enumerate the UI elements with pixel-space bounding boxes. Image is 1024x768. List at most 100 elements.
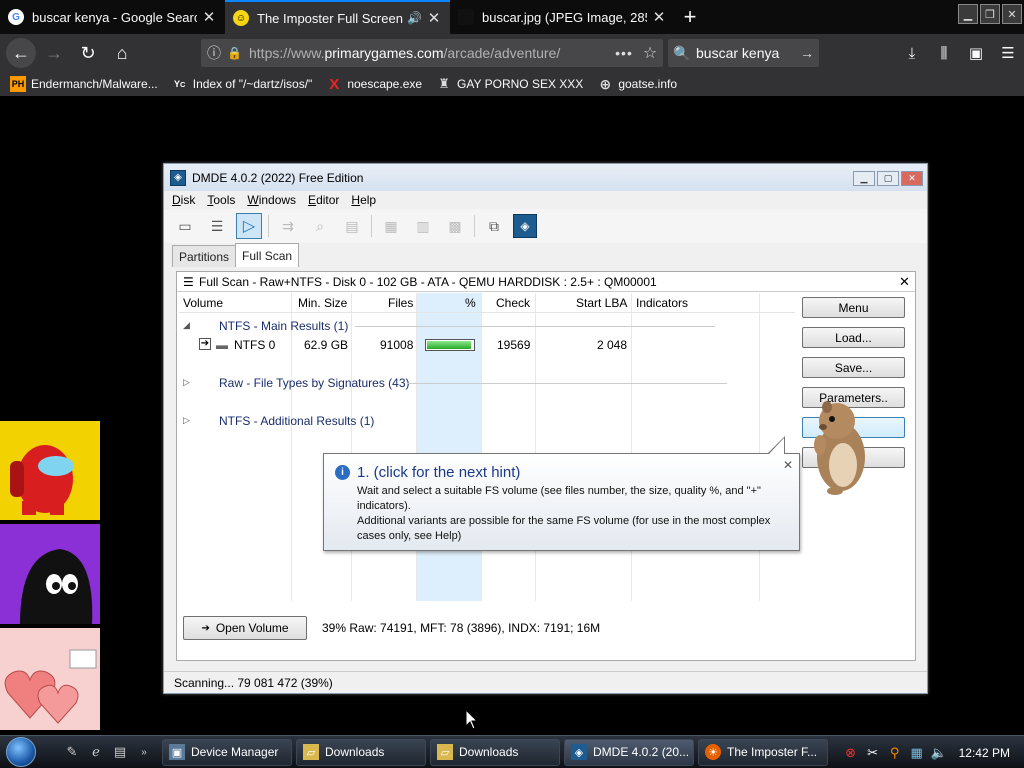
close-tab-icon[interactable]: ✕ [201,8,217,26]
save-button[interactable]: Save... [802,357,905,378]
tab-buscar-image[interactable]: buscar.jpg (JPEG Image, 285 × ✕ [450,0,675,34]
header-min-size[interactable]: Min. Size [298,296,347,310]
hint-balloon[interactable]: i 1. (click for the next hint) Wait and … [323,436,800,551]
tab-full-scan[interactable]: Full Scan [235,243,300,267]
bookmark-item[interactable]: ♜ GAY PORNO SEX XXX [436,76,583,92]
group-row-ntfs-main[interactable]: ◢ NTFS - Main Results (1) [179,317,795,336]
error-icon[interactable]: ⊗ [843,745,859,761]
load-button[interactable]: Load... [802,327,905,348]
header-start-lba[interactable]: Start LBA [576,296,627,310]
menu-editor[interactable]: Editor [308,193,339,207]
menu-disk[interactable]: Disk [172,193,195,207]
more-chevron-icon[interactable]: » [134,742,154,762]
menu-tools[interactable]: Tools [207,193,235,207]
search-go-icon[interactable]: → [795,45,819,61]
magnifier-icon[interactable]: ⚲ [887,745,903,761]
forward-button[interactable]: → [38,37,70,69]
disk-icon[interactable]: ▭ [172,213,198,239]
taskbar-item-downloads-2[interactable]: ▱ Downloads [430,738,560,766]
minimize-button[interactable]: ▁ [958,4,978,24]
maximize-button[interactable]: ▢ [877,171,899,186]
menu-button[interactable]: Menu [802,297,905,318]
close-button[interactable]: ✕ [901,171,923,186]
close-icon[interactable]: ✕ [899,274,915,290]
window-title: DMDE 4.0.2 (2022) Free Edition [192,170,364,185]
partitions-icon[interactable]: ☰ [204,213,230,239]
header-indicators[interactable]: Indicators [636,296,688,310]
new-tab-button[interactable]: + [675,0,705,34]
header-volume[interactable]: Volume [183,296,223,310]
taskbar-item-dmde[interactable]: ◈ DMDE 4.0.2 (20... [564,738,694,766]
clock[interactable]: 12:42 PM [959,746,1010,760]
dmde-titlebar[interactable]: ◈ DMDE 4.0.2 (2022) Free Edition ▁ ▢ ✕ [164,164,927,191]
view-tree-icon[interactable]: ▦ [378,213,404,239]
game-thumbnail-crewmate[interactable] [0,421,100,520]
start-button[interactable] [0,736,42,768]
taskbar-item-firefox[interactable]: ☀ The Imposter F... [698,738,828,766]
collapsed-triangle-icon[interactable]: ▷ [183,415,190,426]
open-volume-button[interactable]: ➔ Open Volume [183,616,307,640]
group-row-raw[interactable]: ▷ Raw - File Types by Signatures (43) [179,374,795,393]
menu-help[interactable]: Help [351,193,376,207]
dmde-logo-icon[interactable]: ◈ [513,214,537,238]
panel-menu-icon[interactable]: ☰ [183,275,199,289]
hamster-mascot[interactable] [805,395,867,495]
close-tab-icon[interactable]: ✕ [651,8,667,26]
computer-icon[interactable]: ▤ [110,742,130,762]
file-icon[interactable]: ▤ [339,213,365,239]
tab-partitions[interactable]: Partitions [172,245,237,267]
sidebar-icon[interactable]: ▣ [960,44,992,62]
header-percent[interactable]: % [465,296,476,310]
bookmark-item[interactable]: PH Endermanch/Malware... [10,76,158,92]
menu-icon[interactable]: ☰ [992,44,1024,62]
reload-button[interactable]: ↻ [72,37,104,69]
expanded-triangle-icon[interactable]: ◢ [183,320,190,331]
tab-google-search[interactable]: G buscar kenya - Google Search ✕ [0,0,225,34]
search-query[interactable]: buscar kenya [696,45,795,61]
bookmark-item[interactable]: YC Index of "/~dartz/isos/" [172,76,312,92]
volume-row-ntfs0[interactable]: ➔ ▬ NTFS 0 62.9 GB 91008 19569 2 048 [179,336,795,355]
bookmark-item[interactable]: ⊕ goatse.info [597,76,677,92]
tools-icon[interactable]: ✂ [865,745,881,761]
speaker-icon[interactable]: 🔊 [407,11,422,25]
bookmark-star-icon[interactable]: ☆ [637,43,663,63]
url-bar[interactable]: ⓘ 🔒 https://www.primarygames.com/arcade/… [201,39,663,67]
taskbar-item-downloads-1[interactable]: ▱ Downloads [296,738,426,766]
menu-windows[interactable]: Windows [247,193,296,207]
game-thumbnail-shadow[interactable] [0,524,100,624]
library-icon[interactable]: ⫼ [928,45,960,62]
game-thumbnail-hearts[interactable] [0,628,100,730]
home-button[interactable]: ⌂ [106,37,138,69]
close-hint-icon[interactable]: ✕ [783,458,793,472]
search-bar[interactable]: 🔍 buscar kenya → [668,39,819,67]
bookmark-item[interactable]: X noescape.exe [326,76,422,93]
info-icon[interactable]: ⓘ [201,43,227,63]
hint-title[interactable]: 1. (click for the next hint) [357,464,520,481]
page-actions-icon[interactable]: ••• [611,45,637,61]
tree-icon[interactable]: ⇉ [275,213,301,239]
network-icon[interactable]: ▦ [909,745,925,761]
restore-button[interactable]: ❐ [980,4,1000,24]
download-icon[interactable]: ⤓ [896,45,928,62]
ie-icon[interactable]: ℯ [86,742,106,762]
back-button[interactable]: ← [6,38,36,68]
view-list-icon[interactable]: ▥ [410,213,436,239]
view-grid-icon[interactable]: ▩ [442,213,468,239]
close-window-button[interactable]: ✕ [1002,4,1022,24]
group-row-ntfs-additional[interactable]: ▷ NTFS - Additional Results (1) [179,412,795,431]
url-text[interactable]: https://www.primarygames.com/arcade/adve… [249,45,611,61]
paint-icon[interactable]: ✎ [62,742,82,762]
volume-icon[interactable]: 🔈 [931,745,947,761]
lock-icon[interactable]: 🔒 [227,46,242,60]
header-files[interactable]: Files [388,296,413,310]
taskbar-item-device-manager[interactable]: ▣ Device Manager [162,738,292,766]
open-arrow-icon[interactable]: ➔ [199,338,211,350]
tab-imposter-game[interactable]: ☺ The Imposter Full Screen | P 🔊 ✕ [225,0,450,34]
copy-icon[interactable]: ⧉ [481,213,507,239]
search-icon[interactable]: ⌕ [307,213,333,239]
minimize-button[interactable]: ▁ [853,171,875,186]
play-scan-icon[interactable]: ▷ [236,213,262,239]
close-tab-icon[interactable]: ✕ [426,9,442,27]
header-check[interactable]: Check [496,296,530,310]
collapsed-triangle-icon[interactable]: ▷ [183,377,190,388]
